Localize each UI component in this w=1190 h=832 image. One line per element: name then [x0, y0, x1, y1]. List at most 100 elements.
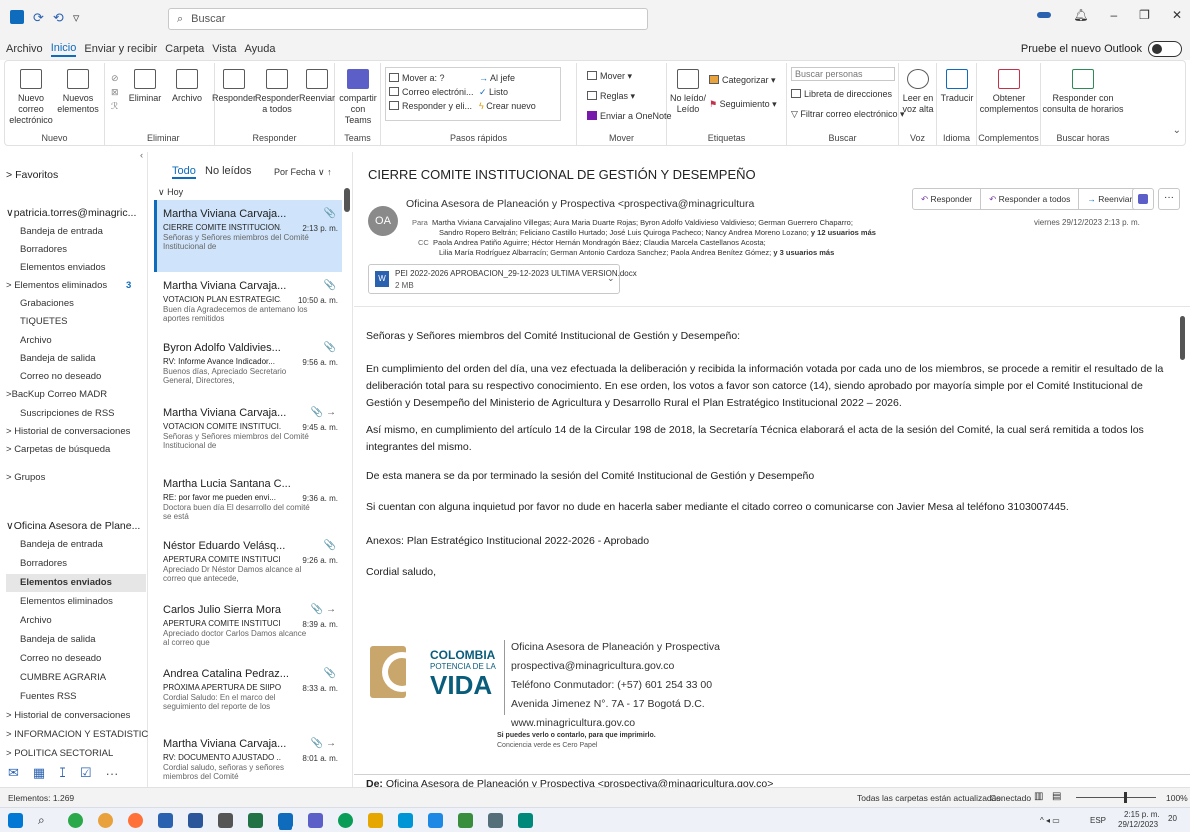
notification-badge[interactable]: 20: [1168, 814, 1177, 823]
clock-date[interactable]: 29/12/2023: [1118, 820, 1158, 829]
account2-header[interactable]: ∨Oficina Asesora de Plane...: [6, 520, 140, 532]
app-icon-7[interactable]: [518, 813, 533, 828]
chrome-icon[interactable]: [98, 813, 113, 828]
collapse-pane-icon[interactable]: ‹: [140, 150, 143, 161]
email-from[interactable]: Oficina Asesora de Planeación y Prospect…: [406, 198, 754, 210]
quick-step-responder[interactable]: Responder y eli...: [389, 101, 472, 111]
folder2-rss[interactable]: Fuentes RSS: [20, 691, 77, 702]
filter-unread-tab[interactable]: No leídos: [205, 165, 251, 177]
message-item[interactable]: Martha Viviana Carvaja... VOTACION COMIT…: [154, 399, 342, 471]
normal-view-icon[interactable]: ▥: [1034, 791, 1043, 802]
folder-junk[interactable]: Correo no deseado: [20, 371, 101, 382]
folder-inbox[interactable]: Bandeja de entrada: [20, 226, 103, 237]
quick-step-crear[interactable]: ϟ Crear nuevo: [479, 101, 536, 111]
filter-email-button[interactable]: ▽ Filtrar correo electrónico ▾: [791, 109, 904, 120]
folder-drafts[interactable]: Borradores: [20, 244, 67, 255]
people-icon[interactable]: ꕯ: [59, 765, 66, 781]
chat-icon[interactable]: [68, 813, 83, 828]
app-icon-6[interactable]: [488, 813, 503, 828]
folder2-info[interactable]: > INFORMACION Y ESTADISTICA: [6, 729, 155, 740]
folder2-inbox[interactable]: Bandeja de entrada: [20, 539, 103, 550]
folder2-history[interactable]: > Historial de conversaciones: [6, 710, 130, 721]
forward-button[interactable]: Reenviar: [297, 69, 337, 104]
favorites-header[interactable]: > Favoritos: [6, 169, 58, 181]
menu-ayuda[interactable]: Ayuda: [245, 43, 276, 55]
share-teams-button[interactable]: compartir con Teams: [337, 69, 379, 126]
menu-enviar-recibir[interactable]: Enviar y recibir: [84, 43, 157, 55]
account1-header[interactable]: ∨patricia.torres@minagric...: [6, 207, 136, 219]
app-icon[interactable]: [338, 813, 353, 828]
try-new-toggle[interactable]: [1148, 41, 1182, 57]
word-icon[interactable]: [188, 813, 203, 828]
reading-view-icon[interactable]: ▤: [1052, 791, 1061, 802]
chevron-down-icon[interactable]: ⌄: [607, 273, 615, 284]
sync-icon[interactable]: ⟳: [33, 10, 44, 26]
firefox-icon[interactable]: [128, 813, 143, 828]
signature-web-link[interactable]: www.minagricultura.gov.co: [511, 714, 720, 733]
filter-all-tab[interactable]: Todo: [172, 165, 196, 179]
get-addins-button[interactable]: Obtener complementos: [979, 69, 1039, 115]
folder2-junk[interactable]: Correo no deseado: [20, 653, 101, 664]
input-language[interactable]: ESP: [1090, 816, 1106, 825]
app-icon-2[interactable]: [368, 813, 383, 828]
folder2-outbox[interactable]: Bandeja de salida: [20, 634, 96, 645]
reader-scrollbar-thumb[interactable]: [1180, 316, 1185, 360]
unread-read-button[interactable]: No leído/ Leído: [669, 69, 707, 115]
group-today-header[interactable]: ∨ Hoy: [158, 187, 183, 198]
read-aloud-button[interactable]: Leer en voz alta: [899, 69, 937, 115]
folder2-politica[interactable]: > POLITICA SECTORIAL: [6, 748, 113, 759]
mail-icon[interactable]: ✉: [8, 765, 19, 781]
quick-step-mover[interactable]: Mover a: ?: [389, 73, 445, 83]
system-tray-icons[interactable]: ^ ◂ ▭: [1040, 816, 1060, 825]
reading-reply-button[interactable]: ↶ Responder: [913, 189, 982, 209]
calculator-icon[interactable]: [218, 813, 233, 828]
app-icon-4[interactable]: [428, 813, 443, 828]
folder-archivo[interactable]: Archivo: [20, 335, 52, 346]
archive-button[interactable]: Archivo: [167, 69, 207, 104]
list-scrollbar-thumb[interactable]: [344, 188, 350, 212]
followup-button[interactable]: ⚑ Seguimiento ▾: [709, 99, 777, 110]
menu-carpeta[interactable]: Carpeta: [165, 43, 204, 55]
teams-share-button[interactable]: [1132, 188, 1154, 210]
translate-button[interactable]: Traducir: [937, 69, 977, 104]
move-button[interactable]: Mover ▾: [587, 71, 632, 82]
zoom-slider-handle[interactable]: [1124, 792, 1127, 803]
folder2-archivo[interactable]: Archivo: [20, 615, 52, 626]
folder-backup[interactable]: >BacKup Correo MADR: [6, 389, 107, 400]
sender-avatar[interactable]: OA: [368, 206, 398, 236]
more-recipients-link[interactable]: y 12 usuarios más: [811, 228, 876, 237]
minimize-icon[interactable]: –: [1110, 8, 1117, 22]
folder-deleted[interactable]: > Elementos eliminados: [6, 280, 107, 291]
search-people-input[interactable]: Buscar personas: [791, 67, 895, 81]
more-actions-icon[interactable]: ···: [1158, 188, 1180, 210]
close-icon[interactable]: ✕: [1172, 8, 1182, 22]
sort-by-date[interactable]: Por Fecha ∨ ↑: [274, 167, 332, 178]
app-icon-5[interactable]: [458, 813, 473, 828]
new-email-button[interactable]: Nuevo correo electrónico: [7, 69, 55, 126]
menu-archivo[interactable]: Archivo: [6, 43, 43, 55]
folder-sent[interactable]: Elementos enviados: [20, 262, 106, 273]
address-book-button[interactable]: Libreta de direcciones: [791, 89, 892, 99]
customize-icon[interactable]: ▿: [73, 10, 80, 26]
folder-grabaciones[interactable]: Grabaciones: [20, 298, 74, 309]
folder-tiquetes[interactable]: TIQUETES: [20, 316, 68, 327]
reply-button[interactable]: Responder: [210, 69, 258, 104]
calendar-icon[interactable]: ▦: [33, 765, 45, 781]
menu-inicio[interactable]: Inicio: [50, 42, 77, 57]
zoom-slider[interactable]: [1076, 797, 1156, 798]
reply-all-button[interactable]: Responder a todos: [255, 69, 299, 115]
app-icon-3[interactable]: [398, 813, 413, 828]
outlook-icon[interactable]: [278, 813, 293, 828]
tasks-icon[interactable]: ☑: [80, 765, 92, 781]
ribbon-collapse-icon[interactable]: ⌄: [1173, 125, 1181, 136]
reading-reply-all-button[interactable]: ↶ Responder a todos: [981, 189, 1080, 209]
folder2-deleted[interactable]: Elementos eliminados: [20, 596, 113, 607]
quick-step-listo[interactable]: ✓ Listo: [479, 87, 508, 98]
search-box[interactable]: ⌕ Buscar: [168, 8, 648, 30]
new-items-button[interactable]: Nuevos elementos: [55, 69, 101, 115]
signature-email-link[interactable]: prospectiva@minagricultura.gov.co: [511, 657, 720, 676]
delete-button[interactable]: Eliminar: [125, 69, 165, 104]
try-new-outlook[interactable]: Pruebe el nuevo Outlook: [1021, 41, 1182, 57]
more-icon[interactable]: ···: [106, 766, 119, 781]
files-icon[interactable]: [158, 813, 173, 828]
